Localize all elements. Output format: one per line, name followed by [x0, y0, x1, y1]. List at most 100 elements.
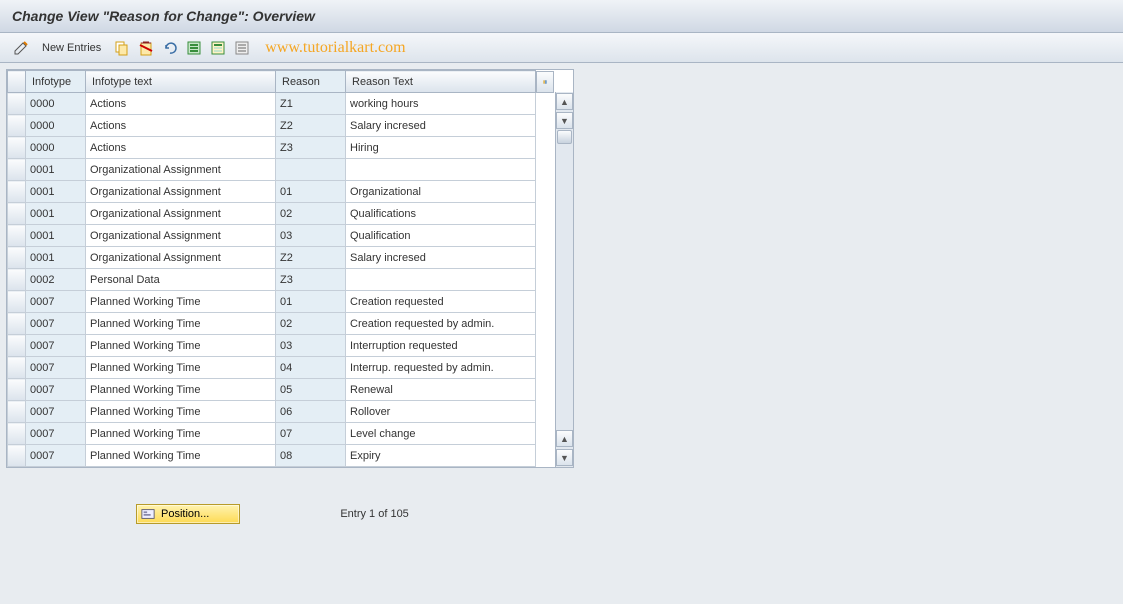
scroll-down-button[interactable]: ▼ [556, 112, 573, 129]
cell-reasontext[interactable]: Qualification [346, 225, 536, 247]
position-button[interactable]: Position... [136, 504, 240, 524]
cell-infotext[interactable]: Organizational Assignment [86, 225, 276, 247]
cell-reasontext[interactable]: Rollover [346, 401, 536, 423]
cell-infotext[interactable]: Actions [86, 93, 276, 115]
select-all-icon[interactable] [185, 39, 203, 57]
cell-infotype[interactable]: 0007 [26, 401, 86, 423]
cell-reasontext[interactable]: Level change [346, 423, 536, 445]
row-selector[interactable] [8, 269, 26, 291]
cell-reason[interactable]: Z3 [276, 137, 346, 159]
row-selector[interactable] [8, 379, 26, 401]
row-selector[interactable] [8, 159, 26, 181]
cell-infotext[interactable]: Planned Working Time [86, 335, 276, 357]
cell-infotype[interactable]: 0000 [26, 115, 86, 137]
scroll-thumb[interactable] [557, 130, 572, 144]
cell-infotext[interactable]: Planned Working Time [86, 291, 276, 313]
row-selector[interactable] [8, 445, 26, 467]
cell-reason[interactable]: 01 [276, 181, 346, 203]
cell-reasontext[interactable]: Organizational [346, 181, 536, 203]
cell-infotype[interactable]: 0001 [26, 225, 86, 247]
cell-reasontext[interactable]: Interruption requested [346, 335, 536, 357]
cell-infotext[interactable]: Actions [86, 137, 276, 159]
cell-infotype[interactable]: 0001 [26, 247, 86, 269]
cell-infotype[interactable]: 0007 [26, 291, 86, 313]
cell-reason[interactable]: 05 [276, 379, 346, 401]
cell-infotype[interactable]: 0007 [26, 445, 86, 467]
scroll-up-button[interactable]: ▲ [556, 93, 573, 110]
cell-reasontext[interactable] [346, 159, 536, 181]
row-selector[interactable] [8, 291, 26, 313]
cell-reason[interactable]: Z1 [276, 93, 346, 115]
cell-infotext[interactable]: Planned Working Time [86, 445, 276, 467]
cell-reasontext[interactable]: Interrup. requested by admin. [346, 357, 536, 379]
cell-reason[interactable]: 02 [276, 313, 346, 335]
cell-infotext[interactable]: Planned Working Time [86, 357, 276, 379]
cell-reason[interactable]: Z3 [276, 269, 346, 291]
cell-reason[interactable]: 02 [276, 203, 346, 225]
scroll-up-button-bottom[interactable]: ▲ [556, 430, 573, 447]
row-selector[interactable] [8, 313, 26, 335]
cell-infotext[interactable]: Organizational Assignment [86, 181, 276, 203]
cell-infotype[interactable]: 0007 [26, 335, 86, 357]
cell-infotype[interactable]: 0000 [26, 137, 86, 159]
cell-reasontext[interactable]: Expiry [346, 445, 536, 467]
cell-infotext[interactable]: Organizational Assignment [86, 203, 276, 225]
cell-infotype[interactable]: 0007 [26, 357, 86, 379]
column-header-reasontext[interactable]: Reason Text [346, 71, 536, 93]
cell-reasontext[interactable]: Hiring [346, 137, 536, 159]
cell-infotext[interactable]: Organizational Assignment [86, 159, 276, 181]
cell-reason[interactable]: 08 [276, 445, 346, 467]
cell-reason[interactable]: Z2 [276, 247, 346, 269]
row-selector[interactable] [8, 357, 26, 379]
row-selector[interactable] [8, 423, 26, 445]
cell-reasontext[interactable] [346, 269, 536, 291]
cell-reason[interactable] [276, 159, 346, 181]
scroll-track[interactable] [556, 130, 573, 429]
select-block-icon[interactable] [209, 39, 227, 57]
delete-icon[interactable] [137, 39, 155, 57]
cell-infotype[interactable]: 0001 [26, 159, 86, 181]
row-selector[interactable] [8, 335, 26, 357]
cell-infotype[interactable]: 0007 [26, 379, 86, 401]
cell-infotype[interactable]: 0001 [26, 181, 86, 203]
cell-infotext[interactable]: Organizational Assignment [86, 247, 276, 269]
copy-icon[interactable] [113, 39, 131, 57]
cell-infotext[interactable]: Actions [86, 115, 276, 137]
cell-reasontext[interactable]: Creation requested by admin. [346, 313, 536, 335]
cell-infotext[interactable]: Planned Working Time [86, 401, 276, 423]
pencil-icon[interactable] [12, 39, 30, 57]
cell-reasontext[interactable]: Renewal [346, 379, 536, 401]
row-selector[interactable] [8, 181, 26, 203]
cell-infotype[interactable]: 0007 [26, 423, 86, 445]
cell-infotype[interactable]: 0000 [26, 93, 86, 115]
new-entries-button[interactable]: New Entries [36, 40, 107, 56]
cell-infotype[interactable]: 0002 [26, 269, 86, 291]
row-selector[interactable] [8, 247, 26, 269]
cell-reason[interactable]: 07 [276, 423, 346, 445]
cell-reasontext[interactable]: working hours [346, 93, 536, 115]
cell-reason[interactable]: 01 [276, 291, 346, 313]
cell-infotext[interactable]: Planned Working Time [86, 313, 276, 335]
cell-reasontext[interactable]: Salary incresed [346, 247, 536, 269]
cell-reason[interactable]: 03 [276, 335, 346, 357]
deselect-all-icon[interactable] [233, 39, 251, 57]
column-header-infotype[interactable]: Infotype [26, 71, 86, 93]
row-selector[interactable] [8, 401, 26, 423]
scroll-down-button-bottom[interactable]: ▼ [556, 449, 573, 466]
cell-reasontext[interactable]: Creation requested [346, 291, 536, 313]
cell-infotype[interactable]: 0001 [26, 203, 86, 225]
row-selector[interactable] [8, 137, 26, 159]
cell-infotext[interactable]: Personal Data [86, 269, 276, 291]
row-selector[interactable] [8, 93, 26, 115]
vertical-scrollbar[interactable]: ▲ ▼ ▲ ▼ [555, 92, 573, 467]
table-settings-icon[interactable] [536, 71, 554, 93]
row-selector-header[interactable] [8, 71, 26, 93]
column-header-infotext[interactable]: Infotype text [86, 71, 276, 93]
row-selector[interactable] [8, 225, 26, 247]
row-selector[interactable] [8, 203, 26, 225]
undo-icon[interactable] [161, 39, 179, 57]
cell-reasontext[interactable]: Qualifications [346, 203, 536, 225]
cell-infotext[interactable]: Planned Working Time [86, 379, 276, 401]
row-selector[interactable] [8, 115, 26, 137]
cell-infotext[interactable]: Planned Working Time [86, 423, 276, 445]
